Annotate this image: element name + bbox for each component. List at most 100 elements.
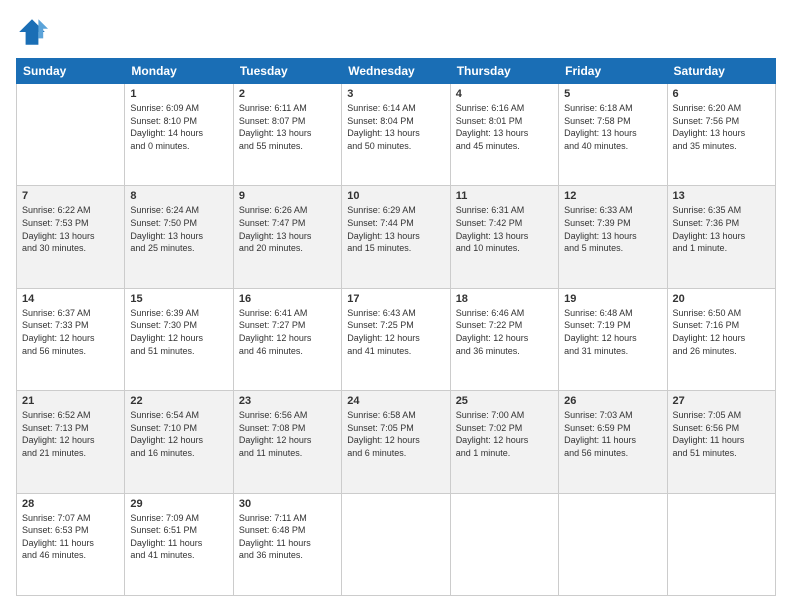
calendar-cell	[17, 84, 125, 186]
calendar-cell: 22 Sunrise: 6:54 AM Sunset: 7:10 PM Dayli…	[125, 391, 233, 493]
calendar-cell: 8 Sunrise: 6:24 AM Sunset: 7:50 PM Daylig…	[125, 186, 233, 288]
day-info: Sunrise: 6:52 AM Sunset: 7:13 PM Dayligh…	[22, 409, 119, 459]
day-number: 14	[22, 293, 119, 305]
weekday-header-monday: Monday	[125, 59, 233, 84]
logo-icon	[16, 16, 48, 48]
calendar-table: SundayMondayTuesdayWednesdayThursdayFrid…	[16, 58, 776, 596]
day-info: Sunrise: 6:31 AM Sunset: 7:42 PM Dayligh…	[456, 204, 553, 254]
day-info: Sunrise: 6:43 AM Sunset: 7:25 PM Dayligh…	[347, 307, 444, 357]
day-number: 19	[564, 293, 661, 305]
calendar-cell	[450, 493, 558, 595]
day-info: Sunrise: 6:22 AM Sunset: 7:53 PM Dayligh…	[22, 204, 119, 254]
calendar-week-row: 21 Sunrise: 6:52 AM Sunset: 7:13 PM Dayli…	[17, 391, 776, 493]
calendar-cell: 18Sunrise: 6:46 AM Sunset: 7:22 PM Dayli…	[450, 288, 558, 390]
day-number: 4	[456, 88, 553, 100]
day-number: 2	[239, 88, 336, 100]
calendar-cell: 19Sunrise: 6:48 AM Sunset: 7:19 PM Dayli…	[559, 288, 667, 390]
day-number: 28	[22, 498, 119, 510]
calendar-cell	[342, 493, 450, 595]
day-info: Sunrise: 6:20 AM Sunset: 7:56 PM Dayligh…	[673, 102, 770, 152]
calendar-week-row: 7 Sunrise: 6:22 AM Sunset: 7:53 PM Daylig…	[17, 186, 776, 288]
calendar-cell: 3 Sunrise: 6:14 AM Sunset: 8:04 PM Daylig…	[342, 84, 450, 186]
day-info: Sunrise: 6:37 AM Sunset: 7:33 PM Dayligh…	[22, 307, 119, 357]
day-info: Sunrise: 6:29 AM Sunset: 7:44 PM Dayligh…	[347, 204, 444, 254]
day-info: Sunrise: 6:56 AM Sunset: 7:08 PM Dayligh…	[239, 409, 336, 459]
day-info: Sunrise: 7:03 AM Sunset: 6:59 PM Dayligh…	[564, 409, 661, 459]
calendar-cell: 17 Sunrise: 6:43 AM Sunset: 7:25 PM Dayli…	[342, 288, 450, 390]
calendar-cell	[559, 493, 667, 595]
calendar-cell: 30 Sunrise: 7:11 AM Sunset: 6:48 PM Dayli…	[233, 493, 341, 595]
day-info: Sunrise: 6:50 AM Sunset: 7:16 PM Dayligh…	[673, 307, 770, 357]
day-info: Sunrise: 6:54 AM Sunset: 7:10 PM Dayligh…	[130, 409, 227, 459]
day-number: 25	[456, 395, 553, 407]
calendar-week-row: 1Sunrise: 6:09 AM Sunset: 8:10 PM Daylig…	[17, 84, 776, 186]
calendar-cell: 28 Sunrise: 7:07 AM Sunset: 6:53 PM Dayli…	[17, 493, 125, 595]
day-number: 27	[673, 395, 770, 407]
day-number: 12	[564, 190, 661, 202]
calendar-cell: 12 Sunrise: 6:33 AM Sunset: 7:39 PM Dayli…	[559, 186, 667, 288]
weekday-header-saturday: Saturday	[667, 59, 775, 84]
header	[16, 16, 776, 48]
weekday-header-thursday: Thursday	[450, 59, 558, 84]
day-info: Sunrise: 6:58 AM Sunset: 7:05 PM Dayligh…	[347, 409, 444, 459]
day-info: Sunrise: 7:00 AM Sunset: 7:02 PM Dayligh…	[456, 409, 553, 459]
day-info: Sunrise: 6:26 AM Sunset: 7:47 PM Dayligh…	[239, 204, 336, 254]
day-info: Sunrise: 7:09 AM Sunset: 6:51 PM Dayligh…	[130, 512, 227, 562]
day-number: 29	[130, 498, 227, 510]
calendar-cell: 2 Sunrise: 6:11 AM Sunset: 8:07 PM Daylig…	[233, 84, 341, 186]
day-number: 22	[130, 395, 227, 407]
day-number: 26	[564, 395, 661, 407]
day-info: Sunrise: 6:11 AM Sunset: 8:07 PM Dayligh…	[239, 102, 336, 152]
calendar-cell: 7 Sunrise: 6:22 AM Sunset: 7:53 PM Daylig…	[17, 186, 125, 288]
day-info: Sunrise: 6:16 AM Sunset: 8:01 PM Dayligh…	[456, 102, 553, 152]
day-info: Sunrise: 6:39 AM Sunset: 7:30 PM Dayligh…	[130, 307, 227, 357]
day-info: Sunrise: 6:33 AM Sunset: 7:39 PM Dayligh…	[564, 204, 661, 254]
weekday-header-tuesday: Tuesday	[233, 59, 341, 84]
day-number: 21	[22, 395, 119, 407]
day-info: Sunrise: 7:11 AM Sunset: 6:48 PM Dayligh…	[239, 512, 336, 562]
weekday-header-sunday: Sunday	[17, 59, 125, 84]
calendar-cell: 13 Sunrise: 6:35 AM Sunset: 7:36 PM Dayli…	[667, 186, 775, 288]
day-info: Sunrise: 7:07 AM Sunset: 6:53 PM Dayligh…	[22, 512, 119, 562]
day-info: Sunrise: 6:41 AM Sunset: 7:27 PM Dayligh…	[239, 307, 336, 357]
day-number: 7	[22, 190, 119, 202]
calendar-cell: 6Sunrise: 6:20 AM Sunset: 7:56 PM Daylig…	[667, 84, 775, 186]
weekday-header-row: SundayMondayTuesdayWednesdayThursdayFrid…	[17, 59, 776, 84]
weekday-header-friday: Friday	[559, 59, 667, 84]
day-number: 11	[456, 190, 553, 202]
day-number: 9	[239, 190, 336, 202]
day-number: 5	[564, 88, 661, 100]
day-number: 15	[130, 293, 227, 305]
calendar-week-row: 28 Sunrise: 7:07 AM Sunset: 6:53 PM Dayli…	[17, 493, 776, 595]
calendar-cell: 25 Sunrise: 7:00 AM Sunset: 7:02 PM Dayli…	[450, 391, 558, 493]
calendar-cell: 9 Sunrise: 6:26 AM Sunset: 7:47 PM Daylig…	[233, 186, 341, 288]
calendar-cell: 11 Sunrise: 6:31 AM Sunset: 7:42 PM Dayli…	[450, 186, 558, 288]
calendar-cell: 14 Sunrise: 6:37 AM Sunset: 7:33 PM Dayli…	[17, 288, 125, 390]
calendar-cell: 1Sunrise: 6:09 AM Sunset: 8:10 PM Daylig…	[125, 84, 233, 186]
day-info: Sunrise: 6:24 AM Sunset: 7:50 PM Dayligh…	[130, 204, 227, 254]
calendar-cell: 27 Sunrise: 7:05 AM Sunset: 6:56 PM Dayli…	[667, 391, 775, 493]
day-info: Sunrise: 6:46 AM Sunset: 7:22 PM Dayligh…	[456, 307, 553, 357]
day-number: 24	[347, 395, 444, 407]
calendar-cell: 15 Sunrise: 6:39 AM Sunset: 7:30 PM Dayli…	[125, 288, 233, 390]
calendar-cell	[667, 493, 775, 595]
calendar-cell: 16Sunrise: 6:41 AM Sunset: 7:27 PM Dayli…	[233, 288, 341, 390]
day-number: 1	[130, 88, 227, 100]
calendar-cell: 5Sunrise: 6:18 AM Sunset: 7:58 PM Daylig…	[559, 84, 667, 186]
logo	[16, 16, 52, 48]
day-info: Sunrise: 6:35 AM Sunset: 7:36 PM Dayligh…	[673, 204, 770, 254]
calendar-cell: 26 Sunrise: 7:03 AM Sunset: 6:59 PM Dayli…	[559, 391, 667, 493]
calendar-cell: 23Sunrise: 6:56 AM Sunset: 7:08 PM Dayli…	[233, 391, 341, 493]
day-number: 30	[239, 498, 336, 510]
day-number: 8	[130, 190, 227, 202]
calendar-cell: 4 Sunrise: 6:16 AM Sunset: 8:01 PM Daylig…	[450, 84, 558, 186]
day-info: Sunrise: 7:05 AM Sunset: 6:56 PM Dayligh…	[673, 409, 770, 459]
weekday-header-wednesday: Wednesday	[342, 59, 450, 84]
calendar-cell: 20Sunrise: 6:50 AM Sunset: 7:16 PM Dayli…	[667, 288, 775, 390]
day-number: 10	[347, 190, 444, 202]
calendar-cell: 24 Sunrise: 6:58 AM Sunset: 7:05 PM Dayli…	[342, 391, 450, 493]
day-number: 3	[347, 88, 444, 100]
day-info: Sunrise: 6:14 AM Sunset: 8:04 PM Dayligh…	[347, 102, 444, 152]
day-number: 17	[347, 293, 444, 305]
day-number: 13	[673, 190, 770, 202]
